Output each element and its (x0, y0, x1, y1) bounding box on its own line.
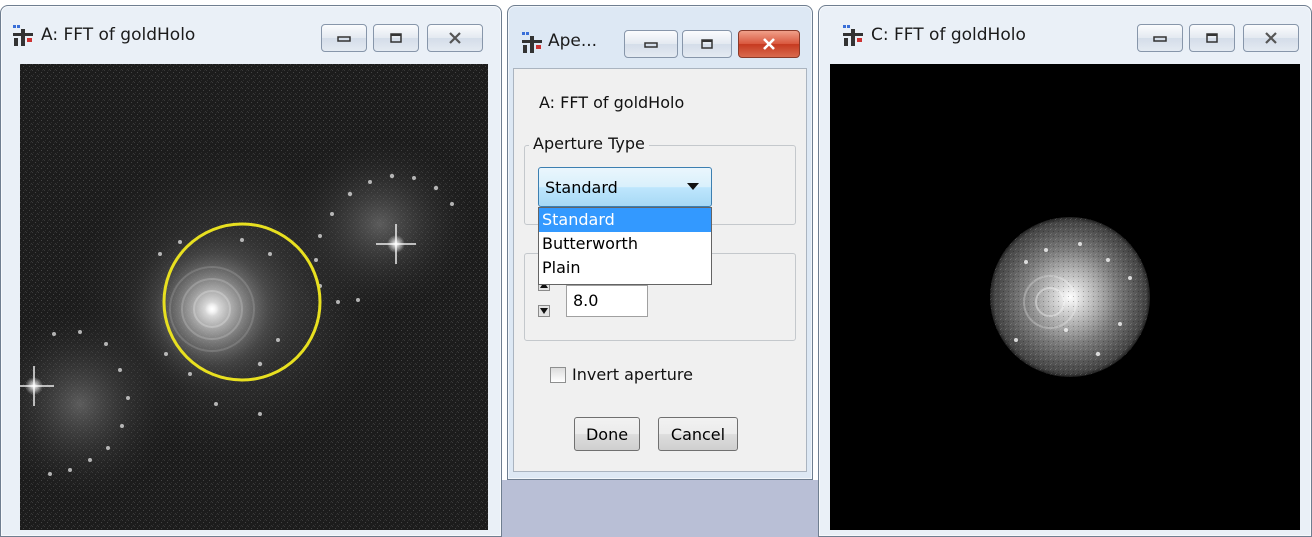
done-button[interactable]: Done (574, 417, 640, 451)
window-title: A: FFT of goldHolo (41, 25, 196, 45)
minimize-icon (1153, 36, 1167, 42)
maximize-icon (701, 39, 713, 49)
window-title: C: FFT of goldHolo (871, 25, 1026, 45)
titlebar[interactable]: A: FFT of goldHolo (1, 6, 501, 64)
arrow-down-icon (540, 308, 548, 314)
chevron-down-icon (687, 183, 699, 190)
cancel-button[interactable]: Cancel (658, 417, 738, 451)
invert-aperture-label[interactable]: Invert aperture (572, 365, 693, 384)
close-icon (449, 32, 461, 44)
imagej-app-icon (522, 32, 542, 53)
source-image-label: A: FFT of goldHolo (539, 93, 685, 112)
desktop-background (502, 480, 818, 537)
option-butterworth[interactable]: Butterworth (539, 232, 711, 256)
aperture-type-dropdown[interactable]: Standard Butterworth Plain (538, 207, 712, 285)
maximize-button[interactable] (1189, 24, 1235, 52)
close-button[interactable] (427, 24, 483, 52)
maximize-icon (1206, 33, 1218, 43)
imagej-app-icon (843, 25, 863, 46)
aperture-type-select[interactable]: Standard (538, 167, 712, 207)
fft-spectrum-image (20, 64, 488, 530)
fft-window-c: C: FFT of goldHolo (818, 5, 1312, 537)
close-icon (763, 38, 775, 50)
titlebar[interactable]: C: FFT of goldHolo (819, 6, 1311, 64)
fft-image-a[interactable] (20, 64, 488, 530)
option-plain[interactable]: Plain (539, 256, 711, 280)
fft-window-a: A: FFT of goldHolo (0, 5, 502, 537)
group-legend: Aperture Type (529, 134, 649, 153)
masked-fft-image (830, 64, 1300, 530)
maximize-button[interactable] (373, 24, 419, 52)
minimize-button[interactable] (624, 30, 678, 58)
imagej-app-icon (13, 25, 33, 46)
invert-aperture-checkbox[interactable] (550, 367, 566, 383)
maximize-button[interactable] (682, 30, 732, 58)
dialog-content: A: FFT of goldHolo Aperture Type Standar… (513, 68, 807, 472)
maximize-icon (390, 33, 402, 43)
minimize-button[interactable] (321, 24, 367, 52)
close-icon (1265, 32, 1277, 44)
close-button[interactable] (738, 30, 800, 58)
option-standard[interactable]: Standard (539, 208, 711, 232)
selected-value: Standard (545, 178, 618, 197)
minimize-icon (644, 42, 658, 48)
titlebar[interactable]: Ape... (508, 6, 812, 64)
window-title: Ape... (548, 31, 598, 51)
close-button[interactable] (1243, 24, 1299, 52)
spin-down-button[interactable] (538, 305, 550, 317)
radius-input[interactable]: 8.0 (566, 285, 648, 317)
fft-image-c[interactable] (830, 64, 1300, 530)
minimize-icon (337, 36, 351, 42)
aperture-dialog: Ape... A: FFT of goldHolo Aperture Type … (507, 5, 813, 480)
minimize-button[interactable] (1137, 24, 1183, 52)
